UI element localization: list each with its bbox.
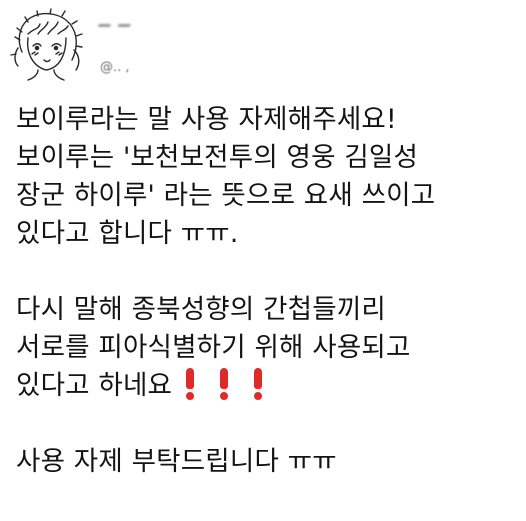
emphasis-marks	[184, 367, 264, 405]
sketch-girl-avatar-icon[interactable]	[8, 8, 86, 82]
tweet-line: 보이루는 '보천보전투의 영웅 김일성	[16, 142, 419, 173]
tweet-line: 있다고 합니다 ㅠㅠ.	[16, 218, 239, 249]
red-exclamation-icon	[184, 368, 196, 400]
tweet-line-text: 있다고 하네요	[16, 370, 173, 401]
tweet-line: 서로를 피아식별하기 위해 사용되고	[16, 332, 411, 363]
tweet-line: 다시 말해 종북성향의 간첩들끼리	[16, 294, 386, 325]
user-display-name[interactable]: ㅡ ㅡ	[98, 16, 132, 36]
user-handle[interactable]: @.. ,	[100, 60, 130, 75]
tweet-header: ㅡ ㅡ @.. ,	[8, 8, 518, 82]
tweet-text: 보이루라는 말 사용 자제해주세요! 보이루는 '보천보전투의 영웅 김일성 장…	[16, 101, 521, 481]
tweet-line: 장군 하이루' 라는 뜻으로 요새 쓰이고	[16, 180, 436, 211]
red-exclamation-icon	[218, 368, 230, 400]
tweet-line: 보이루라는 말 사용 자제해주세요!	[16, 104, 397, 135]
red-exclamation-icon	[252, 368, 264, 400]
tweet-line: 사용 자제 부탁드립니다 ㅠㅠ	[16, 446, 337, 477]
tweet-line-with-emphasis: 있다고 하네요	[16, 367, 521, 405]
